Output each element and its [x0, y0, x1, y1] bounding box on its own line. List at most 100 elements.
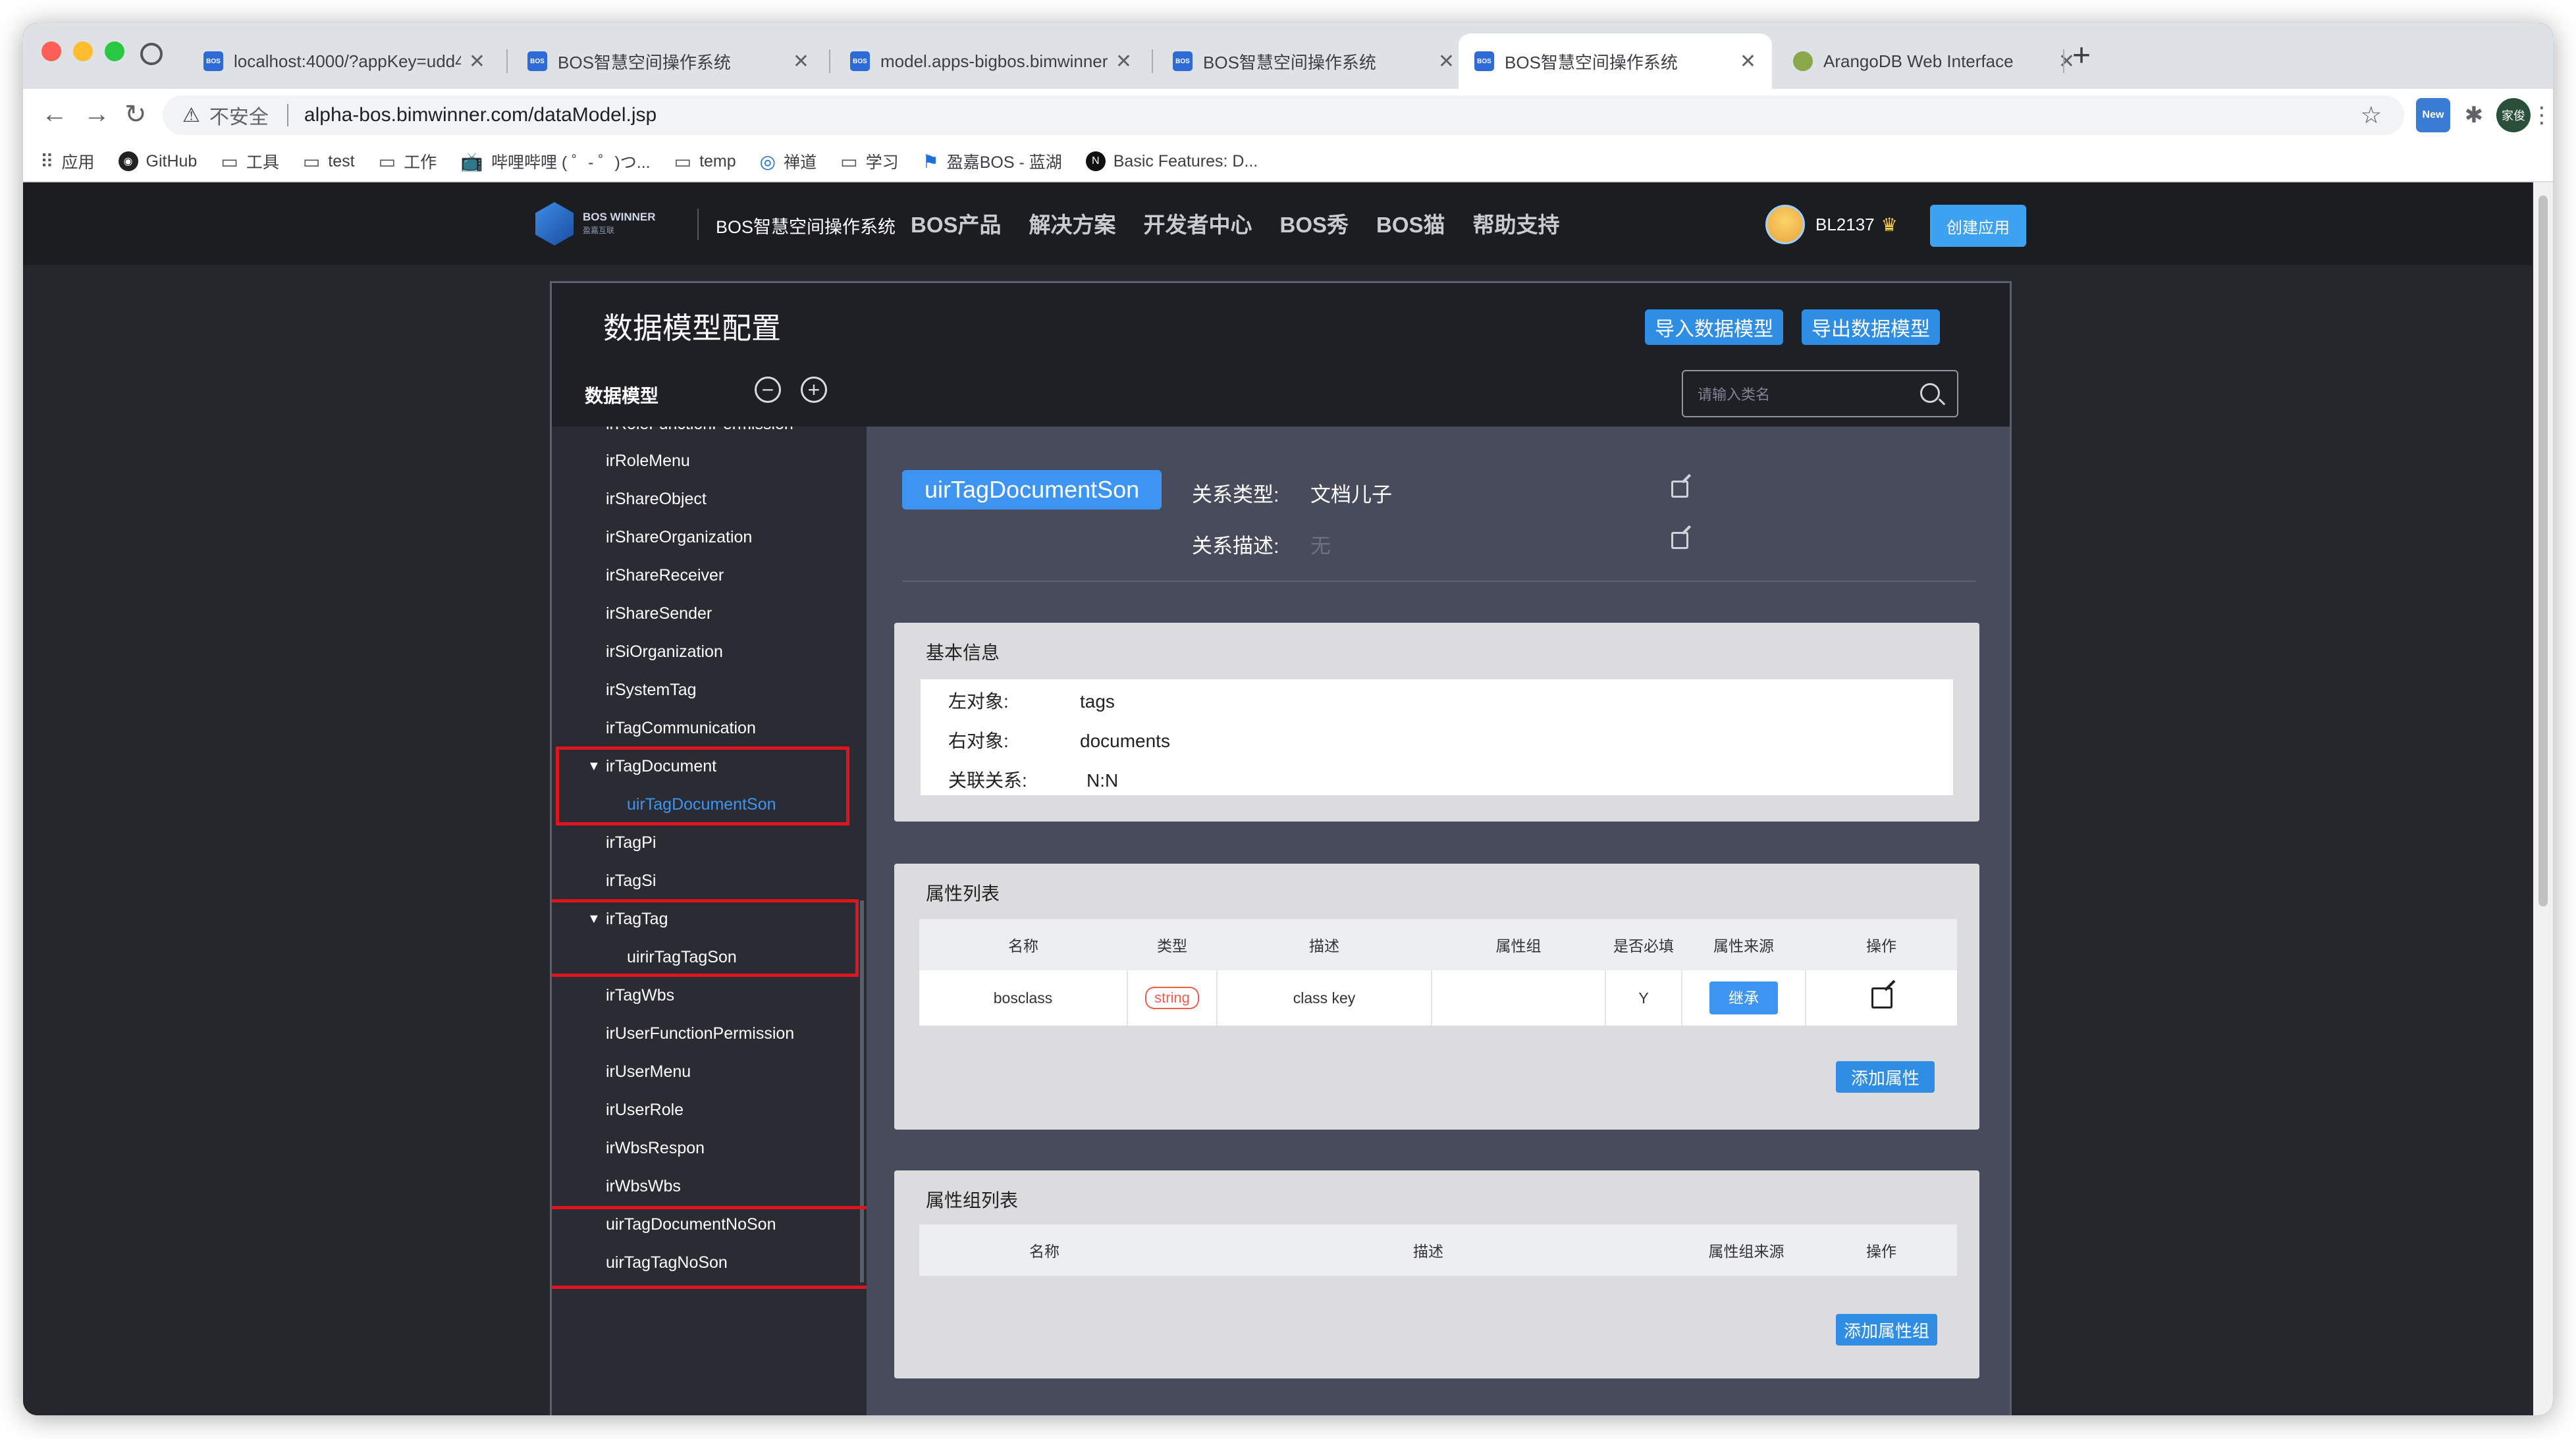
column-header: 操作: [1806, 1224, 1957, 1276]
bookmark-github[interactable]: ◉ GitHub: [118, 151, 198, 171]
tree-item[interactable]: irShareOrganization: [606, 528, 752, 547]
column-header: 描述: [1169, 1224, 1687, 1276]
browser-tab[interactable]: BOS BOS智慧空间操作系统 ✕: [512, 34, 825, 89]
bookmark-folder[interactable]: ▭ 学习: [840, 149, 898, 173]
profile-avatar-icon[interactable]: 家俊: [2496, 98, 2531, 132]
tree-item[interactable]: irUserRole: [606, 1101, 684, 1120]
menu-dots-icon[interactable]: ⋮: [2531, 98, 2553, 132]
attribute-list-card: 属性列表 名称 类型 描述 属性组 是否必填 属性来源 操作 bosclass …: [894, 864, 1979, 1130]
folder-icon: ▭: [221, 151, 238, 172]
user-menu[interactable]: BL2137 ♛: [1765, 205, 1898, 244]
apps-grid-icon: ⠿: [40, 151, 54, 172]
tree-item[interactable]: irWbsRespon: [606, 1139, 705, 1158]
bookmark-label: 工具: [246, 153, 279, 172]
bookmark-folder[interactable]: ▭ 工具: [221, 149, 279, 173]
export-model-button[interactable]: 导出数据模型: [1802, 309, 1940, 345]
edit-icon[interactable]: [1671, 481, 1688, 498]
close-tab-icon[interactable]: ✕: [1740, 50, 1756, 73]
tree-item[interactable]: irUserMenu: [606, 1062, 691, 1082]
tree-item[interactable]: irShareSender: [606, 604, 712, 623]
address-bar[interactable]: ⚠ 不安全 alpha-bos.bimwinner.com/dataModel.…: [163, 95, 2404, 135]
nav-bos-cat[interactable]: BOS猫: [1376, 207, 1445, 239]
tree-item[interactable]: irTagSi: [606, 872, 656, 891]
column-header: 操作: [1806, 919, 1957, 970]
tree-item[interactable]: irShareReceiver: [606, 566, 724, 585]
url-text[interactable]: alpha-bos.bimwinner.com/dataModel.jsp: [304, 104, 657, 126]
bookmark-folder[interactable]: ▭ test: [303, 151, 355, 172]
column-header: 是否必填: [1605, 919, 1682, 970]
nav-developer-center[interactable]: 开发者中心: [1144, 207, 1252, 239]
bookmark-lanhu[interactable]: ⚑ 盈嘉BOS - 蓝湖: [923, 149, 1062, 173]
extension-new-icon[interactable]: New: [2416, 98, 2450, 132]
close-window-button[interactable]: [41, 41, 61, 61]
close-tab-icon[interactable]: ✕: [1115, 50, 1132, 73]
create-app-button[interactable]: 创建应用: [1930, 205, 2026, 247]
add-attribute-group-button[interactable]: 添加属性组: [1836, 1314, 1937, 1346]
bookmark-label: GitHub: [146, 151, 198, 170]
bookmark-zentao[interactable]: ◎ 禅道: [760, 149, 817, 173]
scrollbar-thumb[interactable]: [2538, 196, 2548, 906]
close-tab-icon[interactable]: ✕: [1438, 50, 1455, 73]
cell-group: [1432, 970, 1606, 1026]
tree-item[interactable]: irTagCommunication: [606, 719, 756, 738]
bookmark-folder[interactable]: ▭ 工作: [379, 149, 437, 173]
add-attribute-button[interactable]: 添加属性: [1836, 1061, 1935, 1093]
bos-logo[interactable]: BOS WINNER 盈嘉互联: [535, 202, 656, 246]
close-tab-icon[interactable]: ✕: [793, 50, 809, 73]
table-header-row: 名称 类型 描述 属性组 是否必填 属性来源 操作: [919, 919, 1957, 970]
nav-solutions[interactable]: 解决方案: [1029, 207, 1116, 239]
nav-help[interactable]: 帮助支持: [1473, 207, 1560, 239]
reload-icon[interactable]: ↻: [124, 99, 147, 130]
nav-bos-products[interactable]: BOS产品: [911, 207, 1002, 239]
relation-name-badge: uirTagDocumentSon: [902, 470, 1162, 510]
tree-item[interactable]: irUserFunctionPermission: [606, 1024, 794, 1043]
page-scrollbar[interactable]: [2533, 182, 2553, 1415]
puzzle-extensions-icon[interactable]: ✱: [2457, 98, 2491, 132]
site-header: BOS WINNER 盈嘉互联 BOS智慧空间操作系统 BOS产品 解决方案 开发…: [23, 182, 2532, 265]
tree-item[interactable]: irShareObject: [606, 490, 707, 509]
bookmark-bilibili[interactable]: 📺 哔哩哔哩 ( ゜- ゜)つ...: [460, 149, 651, 173]
tree-item[interactable]: irRoleMenu: [606, 452, 690, 471]
relation-detail: uirTagDocumentSon 关系类型: 文档儿子 关系描述: 无 基本信…: [867, 427, 2010, 1415]
new-tab-icon[interactable]: +: [2072, 38, 2091, 74]
browser-tab-active[interactable]: BOS BOS智慧空间操作系统 ✕: [1459, 34, 1772, 89]
minimize-window-button[interactable]: [73, 41, 93, 61]
globe-icon[interactable]: [140, 43, 163, 65]
bookmark-apps[interactable]: ⠿ 应用: [40, 149, 95, 173]
bookmark-notion[interactable]: N Basic Features: D...: [1085, 151, 1258, 171]
browser-tab[interactable]: BOS localhost:4000/?appKey=udd4 ✕: [188, 34, 501, 89]
bookmark-folder[interactable]: ▭ temp: [674, 151, 736, 172]
class-search-input[interactable]: 请输入类名: [1682, 370, 1958, 417]
table-row: bosclass string class key Y 继承: [919, 970, 1957, 1026]
bookmark-star-icon[interactable]: ☆: [2361, 101, 2382, 129]
browser-tab[interactable]: BOS BOS智慧空间操作系统 ✕: [1157, 34, 1470, 89]
search-placeholder: 请输入类名: [1698, 386, 1771, 403]
tree-item[interactable]: irRoleFunctionPermission: [606, 427, 793, 434]
security-label: 不安全: [209, 107, 269, 128]
browser-tab[interactable]: ArangoDB Web Interface ✕: [1777, 34, 2091, 89]
browser-tab[interactable]: BOS model.apps-bigbos.bimwinner ✕: [834, 34, 1148, 89]
tree-item[interactable]: irSiOrganization: [606, 642, 723, 662]
bookmark-label: Basic Features: D...: [1113, 151, 1258, 170]
inherit-badge[interactable]: 继承: [1709, 981, 1778, 1014]
search-icon[interactable]: [1920, 383, 1940, 403]
tree-item[interactable]: irTagWbs: [606, 986, 674, 1005]
cell-actions: [1806, 970, 1957, 1026]
close-tab-icon[interactable]: ✕: [469, 50, 485, 73]
tree-item[interactable]: irSystemTag: [606, 681, 697, 700]
logo-text: BOS WINNER: [583, 211, 656, 223]
nav-bos-show[interactable]: BOS秀: [1280, 207, 1349, 239]
edit-icon[interactable]: [1671, 532, 1688, 549]
collapse-all-icon[interactable]: −: [755, 377, 781, 403]
forward-arrow-icon[interactable]: →: [84, 99, 110, 129]
zentao-icon: ◎: [759, 151, 776, 172]
tree-item[interactable]: irWbsWbs: [606, 1177, 681, 1196]
expand-all-icon[interactable]: +: [801, 377, 827, 403]
zoom-window-button[interactable]: [105, 41, 124, 61]
edit-attribute-icon[interactable]: [1871, 987, 1892, 1008]
tree-item[interactable]: irTagPi: [606, 833, 656, 852]
highlight-box: [552, 1206, 867, 1289]
tab-strip: BOS localhost:4000/?appKey=udd4 ✕ BOS BO…: [23, 23, 2553, 89]
back-arrow-icon[interactable]: ←: [41, 99, 68, 129]
import-model-button[interactable]: 导入数据模型: [1645, 309, 1783, 345]
